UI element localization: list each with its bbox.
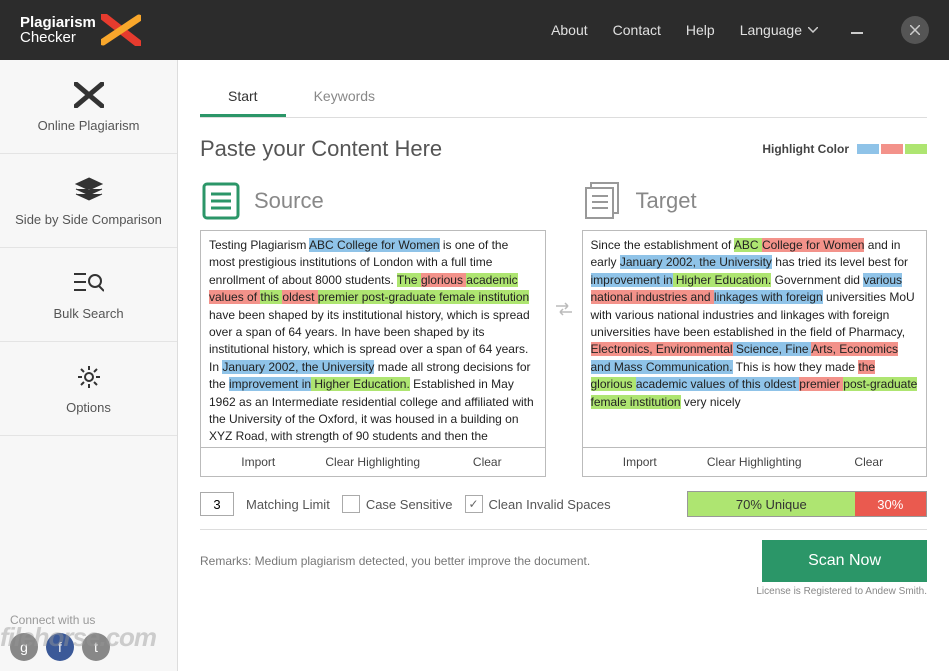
target-actions: Import Clear Highlighting Clear [582,448,928,477]
sidebar-item-online-plagiarism[interactable]: Online Plagiarism [0,60,177,154]
target-textbox[interactable]: Since the establishment of ABC College f… [582,230,928,448]
documents-icon [582,180,624,222]
layers-icon [74,176,104,202]
source-actions: Import Clear Highlighting Clear [200,448,546,477]
sidebar-item-bulk-search[interactable]: Bulk Search [0,248,177,342]
app-logo: Plagiarism Checker [20,14,141,46]
highlight-swatches[interactable] [857,144,927,154]
menu-about[interactable]: About [551,22,588,38]
target-import-button[interactable]: Import [583,448,698,476]
chevron-down-icon [808,27,818,33]
highlight-color-label: Highlight Color [762,142,927,156]
source-panel: Source Testing Plagiarism ABC College fo… [200,172,546,477]
target-panel: Target Since the establishment of ABC Co… [582,172,928,477]
menu-language-label: Language [740,22,802,38]
google-plus-button[interactable]: g [10,633,38,661]
target-clear-button[interactable]: Clear [812,448,927,476]
source-textbox[interactable]: Testing Plagiarism ABC College for Women… [200,230,546,448]
unique-stat: 70% Unique [688,492,855,516]
minimize-icon [851,32,863,34]
gear-icon [76,364,102,390]
close-button[interactable] [901,16,929,44]
sidebar-item-label: Online Plagiarism [10,118,167,133]
options-row: Matching Limit Case Sensitive ✓ Clean In… [200,491,927,517]
stats-bar: 70% Unique 30% [687,491,927,517]
brand-line2: Checker [20,30,96,45]
minimize-button[interactable] [843,17,871,43]
remarks-text: Remarks: Medium plagiarism detected, you… [200,554,742,568]
connect-label: Connect with us [10,613,167,627]
matching-limit-input[interactable] [200,492,234,516]
target-title: Target [636,188,697,214]
close-icon [910,25,920,35]
plagiarism-stat: 30% [855,492,926,516]
license-text: License is Registered to Andew Smith. [200,586,927,597]
source-title: Source [254,188,324,214]
brand-line1: Plagiarism [20,15,96,30]
main-content: Start Keywords Paste your Content Here H… [178,60,949,671]
sidebar-footer: Connect with us filehorse.com g f t [0,603,177,671]
swatch-red[interactable] [881,144,903,154]
top-menu: About Contact Help Language [551,16,929,44]
clean-spaces-label: Clean Invalid Spaces [489,497,611,512]
swatch-blue[interactable] [857,144,879,154]
source-import-button[interactable]: Import [201,448,316,476]
source-clear-button[interactable]: Clear [430,448,545,476]
tab-start[interactable]: Start [200,78,286,117]
case-sensitive-checkbox[interactable] [342,495,360,513]
sidebar-item-label: Bulk Search [10,306,167,321]
source-clear-hl-button[interactable]: Clear Highlighting [316,448,431,476]
swap-icon [556,302,572,316]
menu-language[interactable]: Language [740,22,818,38]
sidebar-item-label: Side by Side Comparison [10,212,167,227]
target-clear-hl-button[interactable]: Clear Highlighting [697,448,812,476]
clean-spaces-checkbox[interactable]: ✓ [465,495,483,513]
matching-limit-label: Matching Limit [246,497,330,512]
list-search-icon [74,271,104,295]
scan-now-button[interactable]: Scan Now [762,540,927,582]
tab-keywords[interactable]: Keywords [286,78,403,117]
document-icon [200,180,242,222]
sidebar-item-side-by-side[interactable]: Side by Side Comparison [0,154,177,248]
sidebar-item-label: Options [10,400,167,415]
twitter-button[interactable]: t [82,633,110,661]
swap-button[interactable] [554,302,574,316]
menu-help[interactable]: Help [686,22,715,38]
sidebar-item-options[interactable]: Options [0,342,177,436]
case-sensitive-label: Case Sensitive [366,497,453,512]
x-icon [74,82,104,108]
menu-contact[interactable]: Contact [613,22,661,38]
page-title: Paste your Content Here [200,136,442,162]
swatch-green[interactable] [905,144,927,154]
tabs: Start Keywords [200,78,927,118]
facebook-button[interactable]: f [46,633,74,661]
sidebar: Online Plagiarism Side by Side Compariso… [0,60,178,671]
titlebar: Plagiarism Checker About Contact Help La… [0,0,949,60]
logo-x-icon [101,14,141,46]
